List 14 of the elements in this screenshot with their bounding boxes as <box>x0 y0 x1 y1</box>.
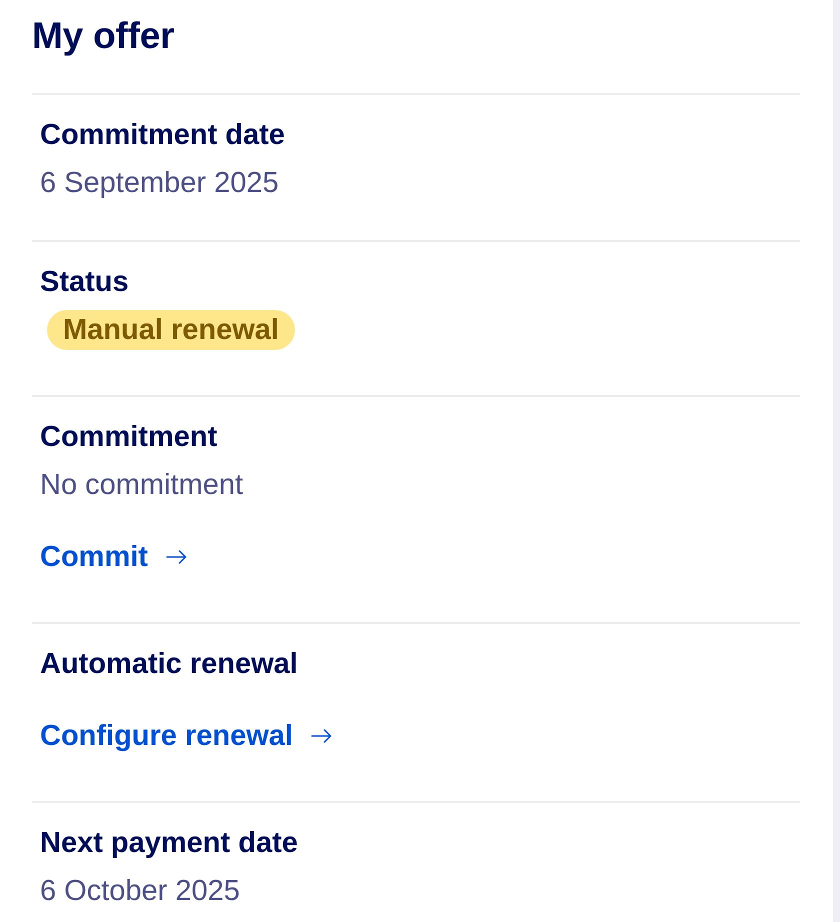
status-badge: Manual renewal <box>47 310 295 350</box>
page-title: My offer <box>32 14 176 58</box>
field-label: Commitment date <box>40 118 286 153</box>
action-link[interactable]: Configure renewal <box>40 716 332 756</box>
field-label: Next payment date <box>40 826 299 861</box>
arrow-right-icon <box>166 550 187 564</box>
field-label: Status <box>40 265 130 300</box>
action-link[interactable]: Commit <box>40 537 187 577</box>
field-value: 6 October 2025 <box>40 874 241 909</box>
arrow-right-icon <box>311 729 332 743</box>
field-label: Automatic renewal <box>40 647 299 682</box>
field-label: Commitment <box>40 420 218 455</box>
field-value: No commitment <box>40 468 244 503</box>
field-value: 6 September 2025 <box>40 166 280 201</box>
